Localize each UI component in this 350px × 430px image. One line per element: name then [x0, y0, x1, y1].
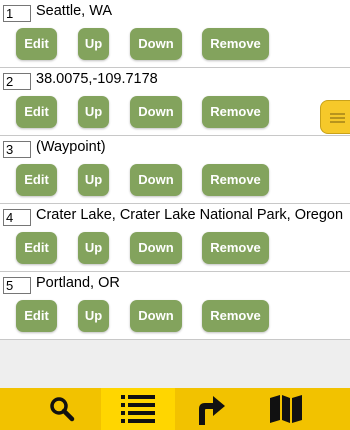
handle-line [330, 121, 345, 123]
map-nav-button[interactable] [254, 388, 318, 430]
edit-button[interactable]: Edit [16, 96, 57, 128]
down-button[interactable]: Down [130, 96, 182, 128]
list-empty-area [0, 340, 350, 388]
waypoint-row: 3 (Waypoint) Edit Up Down Remove [0, 136, 350, 204]
waypoint-row: 5 Portland, OR Edit Up Down Remove [0, 272, 350, 340]
directions-nav-button[interactable] [178, 388, 242, 430]
waypoint-number-field[interactable]: 3 [3, 141, 31, 158]
edit-button[interactable]: Edit [16, 28, 57, 60]
handle-line [330, 117, 345, 119]
up-button[interactable]: Up [78, 232, 109, 264]
waypoint-number-field[interactable]: 1 [3, 5, 31, 22]
app: 1 Seattle, WA Edit Up Down Remove 2 38.0… [0, 0, 350, 430]
handle-line [330, 113, 345, 115]
side-panel-handle[interactable] [320, 100, 350, 134]
remove-button[interactable]: Remove [202, 164, 269, 196]
waypoint-name: Portland, OR [36, 275, 120, 291]
waypoint-row: 4 Crater Lake, Crater Lake National Park… [0, 204, 350, 272]
down-button[interactable]: Down [130, 232, 182, 264]
waypoint-number-field[interactable]: 5 [3, 277, 31, 294]
edit-button[interactable]: Edit [16, 300, 57, 332]
waypoint-number-field[interactable]: 4 [3, 209, 31, 226]
waypoint-list: 1 Seattle, WA Edit Up Down Remove 2 38.0… [0, 0, 350, 340]
list-icon [121, 395, 155, 423]
waypoint-row: 1 Seattle, WA Edit Up Down Remove [0, 0, 350, 68]
search-icon [50, 397, 75, 422]
edit-button[interactable]: Edit [16, 232, 57, 264]
remove-button[interactable]: Remove [202, 232, 269, 264]
waypoint-name: (Waypoint) [36, 139, 106, 155]
remove-button[interactable]: Remove [202, 96, 269, 128]
waypoint-row: 2 38.0075,-109.7178 Edit Up Down Remove [0, 68, 350, 136]
up-button[interactable]: Up [78, 164, 109, 196]
waypoint-number-field[interactable]: 2 [3, 73, 31, 90]
remove-button[interactable]: Remove [202, 300, 269, 332]
search-nav-button[interactable] [30, 388, 94, 430]
waypoint-name: 38.0075,-109.7178 [36, 71, 158, 87]
down-button[interactable]: Down [130, 300, 182, 332]
list-nav-button[interactable] [101, 388, 175, 430]
up-button[interactable]: Up [78, 96, 109, 128]
directions-icon [199, 396, 225, 425]
up-button[interactable]: Up [78, 300, 109, 332]
bottom-navigation [0, 388, 350, 430]
waypoint-name: Crater Lake, Crater Lake National Park, … [36, 207, 344, 223]
waypoint-name: Seattle, WA [36, 3, 113, 19]
down-button[interactable]: Down [130, 164, 182, 196]
down-button[interactable]: Down [130, 28, 182, 60]
edit-button[interactable]: Edit [16, 164, 57, 196]
up-button[interactable]: Up [78, 28, 109, 60]
map-icon [270, 395, 302, 423]
remove-button[interactable]: Remove [202, 28, 269, 60]
